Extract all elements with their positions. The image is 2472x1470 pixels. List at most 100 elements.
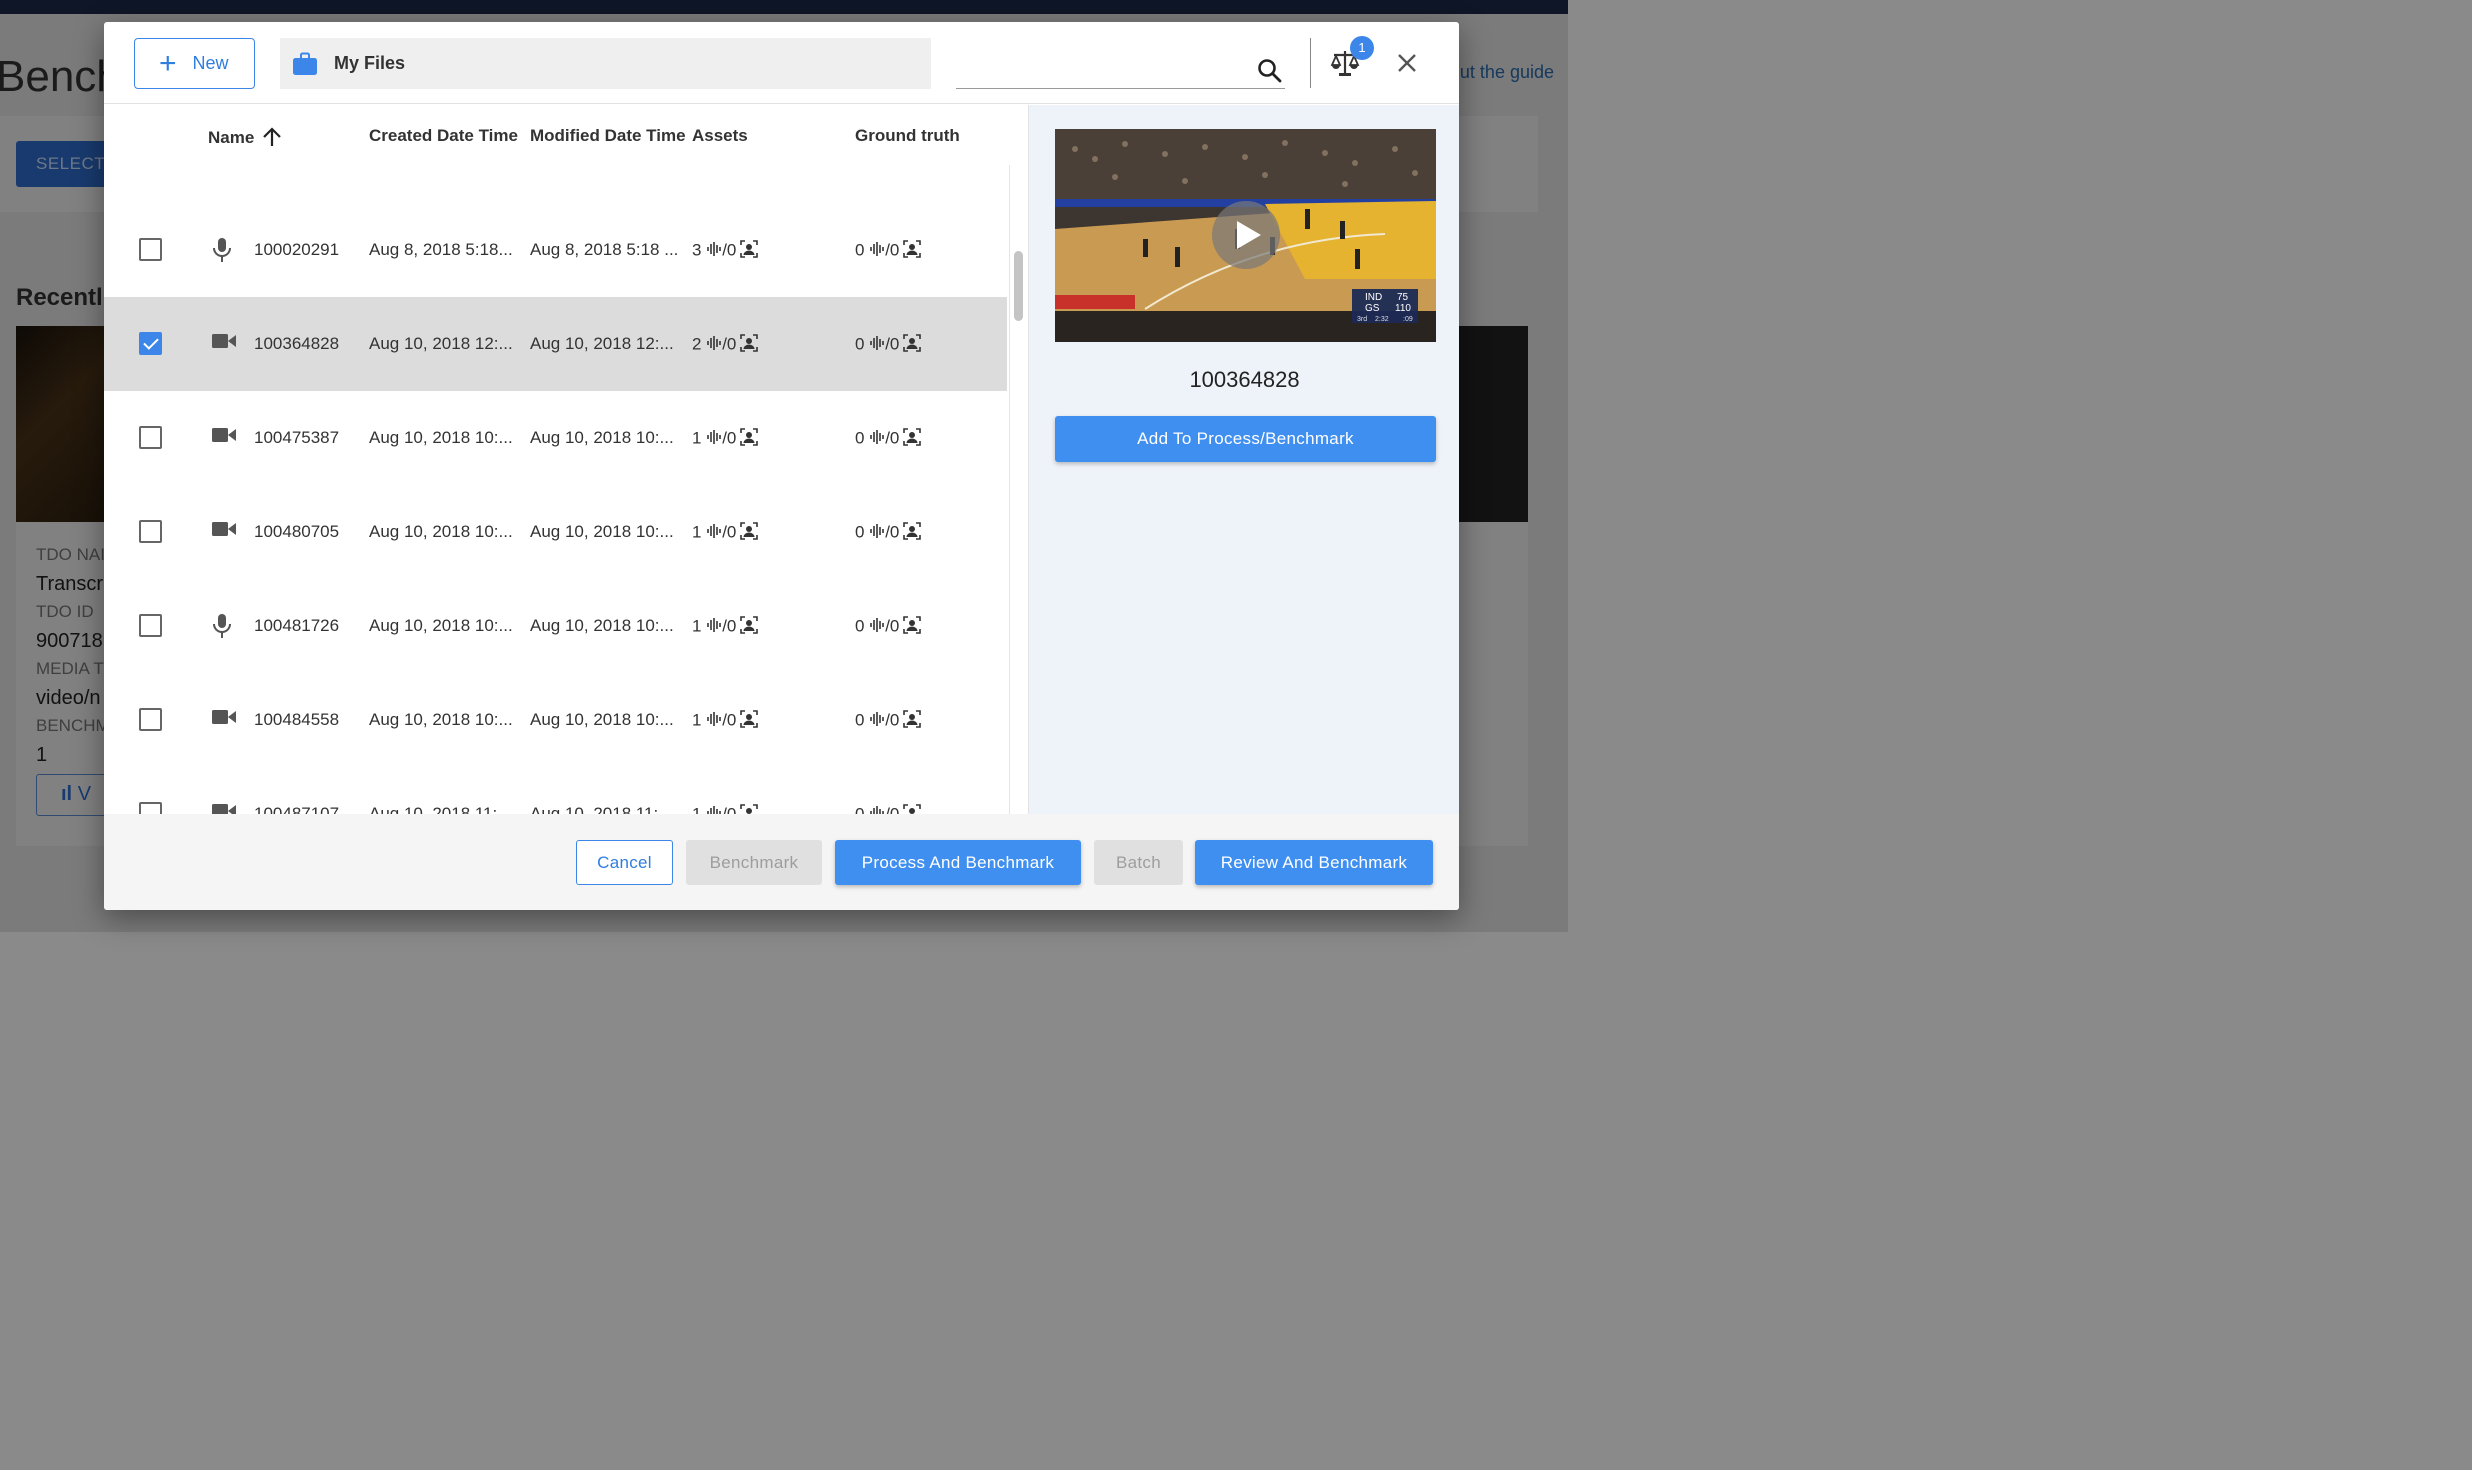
preview-file-name: 100364828 — [1189, 367, 1300, 392]
face-detect-icon — [740, 334, 759, 356]
row-checkbox[interactable] — [139, 332, 162, 355]
row-checkbox[interactable] — [139, 802, 162, 814]
ground-truth-cell-count: 0 — [855, 804, 870, 814]
table-row[interactable]: 100364828 Aug 10, 2018 12:... Aug 10, 2018… — [104, 297, 1007, 391]
audio-wave-icon — [869, 711, 885, 731]
ground-truth-cell-suffix: /0 — [885, 616, 900, 636]
created-date: Aug 10, 2018 10:... — [369, 710, 513, 729]
header-divider — [1310, 38, 1311, 88]
assets-cell: 1 /0 — [692, 710, 802, 732]
row-checkbox[interactable] — [139, 614, 162, 637]
scorebug-score1: 75 — [1397, 292, 1409, 303]
audio-wave-icon — [706, 805, 722, 814]
batch-button[interactable]: Batch — [1094, 840, 1183, 885]
breadcrumb[interactable]: My Files — [280, 38, 931, 89]
assets-cell-suffix: /0 — [722, 522, 737, 542]
created-date: Aug 10, 2018 11:... — [369, 804, 512, 814]
row-checkbox[interactable] — [139, 238, 162, 261]
scorebug-team2: GS — [1365, 303, 1380, 314]
video-camera-icon — [211, 707, 237, 732]
search-input[interactable] — [956, 52, 1246, 88]
created-date: Aug 10, 2018 12:... — [369, 334, 513, 353]
audio-wave-icon — [869, 429, 885, 449]
ground-truth-cell-count: 0 — [855, 710, 870, 730]
ground-truth-cell-count: 0 — [855, 522, 870, 542]
review-and-benchmark-button[interactable]: Review And Benchmark — [1195, 840, 1433, 885]
new-button[interactable]: + New — [134, 38, 255, 89]
assets-cell-suffix: /0 — [722, 334, 737, 354]
face-detect-icon — [903, 522, 922, 544]
audio-wave-icon — [706, 523, 722, 543]
video-camera-icon — [211, 801, 237, 814]
breadcrumb-label: My Files — [334, 53, 406, 73]
benchmark-button[interactable]: Benchmark — [686, 840, 822, 885]
file-name: 100020291 — [254, 240, 340, 259]
ground-truth-cell-count: 0 — [855, 428, 870, 448]
row-checkbox[interactable] — [139, 520, 162, 543]
created-date: Aug 10, 2018 10:... — [369, 522, 513, 541]
row-checkbox[interactable] — [139, 426, 162, 449]
ground-truth-cell-suffix: /0 — [885, 428, 900, 448]
audio-wave-icon — [869, 805, 885, 814]
face-detect-icon — [903, 240, 922, 262]
column-header-created[interactable]: Created Date Time — [369, 126, 518, 146]
created-date: Aug 8, 2018 5:18... — [369, 240, 513, 259]
created-date: Aug 10, 2018 10:... — [369, 616, 513, 635]
audio-wave-icon — [706, 335, 722, 355]
table-row[interactable]: 100484558 Aug 10, 2018 10:... Aug 10, 2018… — [104, 673, 1007, 767]
assets-cell: 1 /0 — [692, 804, 802, 814]
assets-cell-count: 1 — [692, 428, 707, 448]
ground-truth-cell: 0 /0 — [855, 428, 965, 450]
close-icon[interactable] — [1396, 52, 1418, 74]
ground-truth-cell: 0 /0 — [855, 804, 965, 814]
cancel-button[interactable]: Cancel — [576, 840, 673, 885]
assets-cell-count: 3 — [692, 240, 707, 260]
column-header-modified[interactable]: Modified Date Time — [530, 126, 686, 146]
file-name: 100480705 — [254, 522, 340, 541]
column-header-name-label: Name — [208, 128, 255, 147]
ground-truth-cell-suffix: /0 — [885, 710, 900, 730]
dialog-header: + New My Files 1 — [104, 22, 1459, 104]
file-name: 100487107 — [254, 804, 340, 814]
column-header-assets[interactable]: Assets — [692, 126, 748, 146]
scorebug-team1: IND — [1365, 292, 1382, 303]
table-row[interactable]: 100487107 Aug 10, 2018 11:... Aug 10, 2018… — [104, 767, 1007, 814]
assets-cell-suffix: /0 — [722, 428, 737, 448]
table-row[interactable]: 100480705 Aug 10, 2018 10:... Aug 10, 2018… — [104, 485, 1007, 579]
file-table: Name Created Date Time Modified Date Tim… — [104, 105, 1027, 814]
scorebug-score2: 110 — [1395, 303, 1411, 314]
face-detect-icon — [903, 334, 922, 356]
assets-cell: 2 /0 — [692, 334, 802, 356]
video-thumbnail[interactable]: IND 75 GS 110 3rd 2:32 :09 — [1055, 129, 1436, 342]
assets-cell-suffix: /0 — [722, 616, 737, 636]
table-row[interactable]: 100481726 Aug 10, 2018 10:... Aug 10, 2018… — [104, 579, 1007, 673]
audio-wave-icon — [706, 241, 722, 261]
search-icon[interactable] — [1257, 58, 1283, 84]
file-picker-dialog: + New My Files 1 Name Created Date Time … — [104, 22, 1459, 910]
new-button-label: New — [192, 53, 229, 73]
scrollbar-thumb[interactable] — [1014, 251, 1023, 321]
audio-wave-icon — [869, 523, 885, 543]
microphone-icon — [211, 613, 233, 644]
ground-truth-cell: 0 /0 — [855, 522, 965, 544]
process-and-benchmark-button[interactable]: Process And Benchmark — [835, 840, 1081, 885]
column-header-ground-truth[interactable]: Ground truth — [855, 126, 960, 146]
basketball-court-image: IND 75 GS 110 3rd 2:32 :09 — [1055, 129, 1436, 342]
row-checkbox[interactable] — [139, 708, 162, 731]
modified-date: Aug 10, 2018 10:... — [530, 616, 674, 635]
created-date: Aug 10, 2018 10:... — [369, 428, 513, 447]
file-name: 100364828 — [254, 334, 340, 353]
add-to-process-button[interactable]: Add To Process/Benchmark — [1055, 416, 1436, 462]
assets-cell-count: 1 — [692, 710, 707, 730]
table-row[interactable]: 100475387 Aug 10, 2018 10:... Aug 10, 2018… — [104, 391, 1007, 485]
face-detect-icon — [740, 616, 759, 638]
column-header-name[interactable]: Name — [208, 126, 283, 148]
search-field — [956, 52, 1285, 89]
ground-truth-cell-count: 0 — [855, 240, 870, 260]
modified-date: Aug 10, 2018 10:... — [530, 428, 674, 447]
table-row[interactable]: 100020291 Aug 8, 2018 5:18... Aug 8, 2018 … — [104, 203, 1007, 297]
file-name: 100475387 — [254, 428, 340, 447]
face-detect-icon — [903, 616, 922, 638]
audio-wave-icon — [706, 617, 722, 637]
assets-cell-count: 1 — [692, 804, 707, 814]
